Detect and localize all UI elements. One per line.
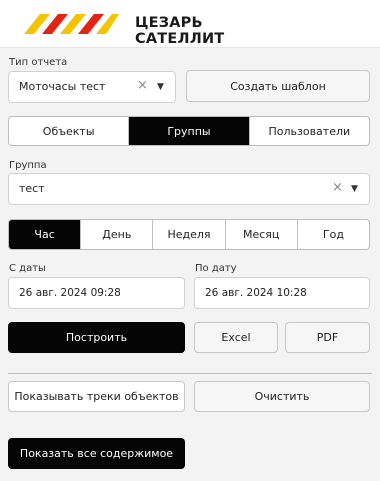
report-settings-panel bbox=[0, 48, 380, 481]
clear-report-type-icon[interactable]: × bbox=[137, 79, 148, 93]
brand-line-1: ЦЕЗАРЬ bbox=[135, 15, 203, 31]
clear-button[interactable]: Очистить bbox=[194, 381, 370, 412]
pdf-button[interactable]: PDF bbox=[285, 322, 370, 353]
date-to-input[interactable]: 26 авг. 2024 10:28 bbox=[194, 277, 370, 309]
cesar-satellite-logo: ЦЕЗАРЬ САТЕЛЛИТ bbox=[20, 8, 260, 47]
target-type-tabs: Объекты Группы Пользователи bbox=[8, 116, 370, 146]
tab-day[interactable]: День bbox=[80, 220, 152, 249]
section-divider bbox=[8, 373, 372, 374]
stripes-logo-icon bbox=[24, 14, 119, 34]
period-tabs: Час День Неделя Месяц Год bbox=[8, 219, 370, 250]
tab-month[interactable]: Месяц bbox=[224, 220, 297, 249]
tab-objects[interactable]: Объекты bbox=[9, 117, 128, 145]
clear-group-icon[interactable]: × bbox=[332, 181, 343, 195]
report-type-label: Тип отчета bbox=[9, 57, 68, 68]
chevron-down-icon[interactable]: ▼ bbox=[157, 80, 164, 94]
report-type-select[interactable]: Моточасы тест × ▼ bbox=[8, 71, 176, 103]
brand-line-2: САТЕЛЛИТ bbox=[135, 31, 225, 47]
group-label: Группа bbox=[9, 160, 47, 171]
app-header: ЦЕЗАРЬ САТЕЛЛИТ bbox=[0, 0, 380, 48]
show-tracks-button[interactable]: Показывать треки объектов bbox=[8, 381, 185, 412]
report-type-value: Моточасы тест bbox=[19, 80, 106, 93]
show-all-content-button[interactable]: Показать все содержимое bbox=[8, 438, 185, 469]
date-to-value: 26 авг. 2024 10:28 bbox=[205, 287, 307, 299]
excel-button[interactable]: Excel bbox=[194, 322, 278, 353]
date-to-label: По дату bbox=[195, 263, 237, 274]
tab-week[interactable]: Неделя bbox=[152, 220, 224, 249]
date-from-label: С даты bbox=[9, 263, 46, 274]
group-value: тест bbox=[19, 182, 45, 195]
brand-name: ЦЕЗАРЬ САТЕЛЛИТ bbox=[135, 15, 224, 47]
build-button[interactable]: Построить bbox=[8, 322, 185, 353]
date-from-value: 26 авг. 2024 09:28 bbox=[19, 287, 121, 299]
create-template-button[interactable]: Создать шаблон bbox=[186, 70, 370, 102]
tab-year[interactable]: Год bbox=[296, 220, 369, 249]
group-select[interactable]: тест × ▼ bbox=[8, 173, 370, 205]
tab-users[interactable]: Пользователи bbox=[248, 117, 369, 145]
tab-hour[interactable]: Час bbox=[9, 220, 81, 249]
chevron-down-icon[interactable]: ▼ bbox=[351, 182, 358, 196]
tab-groups[interactable]: Группы bbox=[128, 117, 249, 145]
date-from-input[interactable]: 26 авг. 2024 09:28 bbox=[8, 277, 185, 309]
